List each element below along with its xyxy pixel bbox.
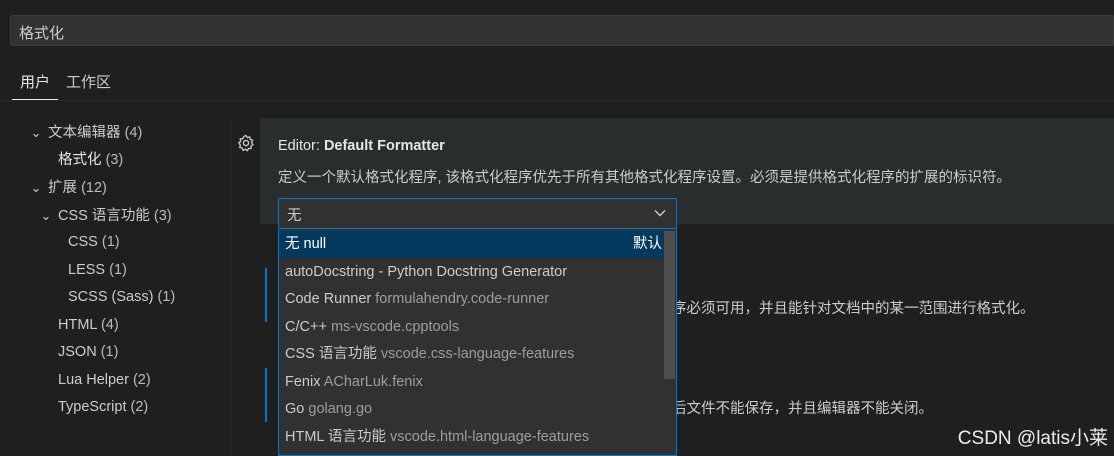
chevron-down-icon: ⌄ (30, 180, 42, 195)
option-name: Fenix (285, 374, 324, 390)
tab-workspace[interactable]: 工作区 (58, 68, 119, 100)
option-extension-id: golang.go (308, 401, 373, 417)
setting-description: 定义一个默认格式化程序, 该格式化程序优先于所有其他格式化程序设置。必须是提供格… (278, 170, 1012, 186)
toc-item-count: (4) (124, 125, 143, 141)
option-name: Code Runner (285, 291, 376, 307)
dropdown-option-autodocstring[interactable]: autoDocstring - Python Docstring Generat… (279, 259, 664, 286)
option-name: HTML 语言功能 (285, 429, 390, 445)
toc-divider (230, 118, 231, 456)
dropdown-option-go[interactable]: Go golang.go (279, 396, 664, 423)
toc-item-count: (2) (132, 372, 151, 388)
chevron-down-icon: ⌄ (40, 208, 52, 223)
setting-indicator (265, 368, 267, 422)
chevron-down-icon (654, 209, 666, 217)
toc-item-less[interactable]: LESS (1) (68, 257, 127, 284)
toc-item-label: TypeScript (58, 399, 127, 415)
toc-item-count: (1) (109, 262, 127, 278)
toc-item-label: 扩展 (48, 180, 78, 196)
settings-search-input[interactable]: 格式化 (10, 15, 1114, 46)
toc-item-count: (1) (101, 234, 120, 250)
dropdown-scrollbar[interactable] (664, 231, 675, 379)
dropdown-option-css-language-features[interactable]: CSS 语言功能 vscode.css-language-features (279, 341, 664, 368)
formatter-dropdown-list: 无 null 默认 autoDocstring - Python Docstri… (278, 229, 677, 456)
dropdown-option-html-language-features[interactable]: HTML 语言功能 vscode.html-language-features (279, 424, 664, 451)
setting-description: 后文件不能保存，并且编辑器不能关闭。 (672, 401, 933, 417)
option-name: Go (285, 401, 309, 417)
toc-item-css[interactable]: CSS (1) (68, 229, 120, 256)
dropdown-option-fenix[interactable]: Fenix ACharLuk.fenix (279, 369, 664, 396)
setting-name: Default Formatter (323, 138, 445, 154)
option-extension-id: null (303, 236, 327, 252)
toc-item-extensions[interactable]: ⌄ 扩展 (12) (28, 174, 107, 201)
toc-item-formatting[interactable]: 格式化 (3) (58, 147, 123, 174)
option-extension-id: formulahendry.code-runner (375, 291, 550, 307)
option-name: C/C++ (285, 319, 331, 335)
option-name: CSS 语言功能 (285, 346, 381, 362)
option-extension-id: vscode.html-language-features (390, 429, 590, 445)
toc-item-label: 文本编辑器 (48, 125, 121, 141)
toc-item-count: (3) (105, 152, 124, 168)
tab-user[interactable]: 用户 (12, 68, 59, 100)
toc-item-label: LESS (68, 262, 106, 278)
setting-description: 序必须可用，并且能针对文档中的某一范围进行格式化。 (672, 301, 1035, 317)
toc-item-count: (1) (157, 289, 176, 305)
toc-item-label: JSON (58, 344, 97, 360)
toc-item-json[interactable]: JSON (1) (58, 339, 118, 366)
option-name: autoDocstring - Python Docstring Generat… (285, 264, 568, 280)
option-extension-id: ACharLuk.fenix (323, 374, 423, 390)
chevron-down-icon: ⌄ (30, 125, 42, 140)
option-extension-id: ms-vscode.cpptools (330, 319, 460, 335)
toc-item-count: (4) (100, 317, 119, 333)
default-formatter-select[interactable]: 无 (278, 198, 677, 229)
setting-title: Editor: Default Formatter (278, 138, 445, 154)
watermark: CSDN @latis小莱 (957, 428, 1108, 449)
toc-item-typescript[interactable]: TypeScript (2) (58, 394, 148, 421)
option-name: 无 (285, 236, 304, 252)
scope-tabs: 用户 工作区 (12, 68, 119, 100)
toc-item-count: (3) (153, 208, 172, 224)
search-input-value: 格式化 (19, 25, 65, 42)
option-extension-id: vscode.css-language-features (380, 346, 575, 362)
toc-item-label: HTML (58, 317, 97, 333)
toc-item-css-language-features[interactable]: ⌄ CSS 语言功能 (3) (38, 202, 172, 229)
gear-icon[interactable] (236, 133, 256, 153)
setting-category: Editor: (278, 138, 324, 154)
toc-item-count: (1) (100, 344, 119, 360)
toc-item-text-editor[interactable]: ⌄ 文本编辑器 (4) (28, 119, 143, 146)
toc-item-label: 格式化 (58, 152, 102, 168)
dropdown-option-cpp[interactable]: C/C++ ms-vscode.cpptools (279, 314, 664, 341)
toc-item-count: (2) (130, 399, 149, 415)
select-value: 无 (287, 208, 302, 224)
toc-item-label: SCSS (Sass) (68, 289, 154, 305)
toc-item-lua-helper[interactable]: Lua Helper (2) (58, 367, 151, 394)
dropdown-option-null[interactable]: 无 null 默认 (279, 231, 664, 258)
toc-item-label: CSS 语言功能 (58, 208, 150, 224)
setting-indicator (265, 268, 267, 322)
toc-item-label: Lua Helper (58, 372, 129, 388)
tabs-divider (0, 100, 1114, 101)
dropdown-option-code-runner[interactable]: Code Runner formulahendry.code-runner (279, 286, 664, 313)
toc-item-label: CSS (68, 234, 98, 250)
default-badge: 默认 (633, 236, 662, 252)
toc-item-scss[interactable]: SCSS (Sass) (1) (68, 284, 175, 311)
toc-item-html[interactable]: HTML (4) (58, 312, 119, 339)
toc-item-count: (12) (81, 180, 107, 196)
